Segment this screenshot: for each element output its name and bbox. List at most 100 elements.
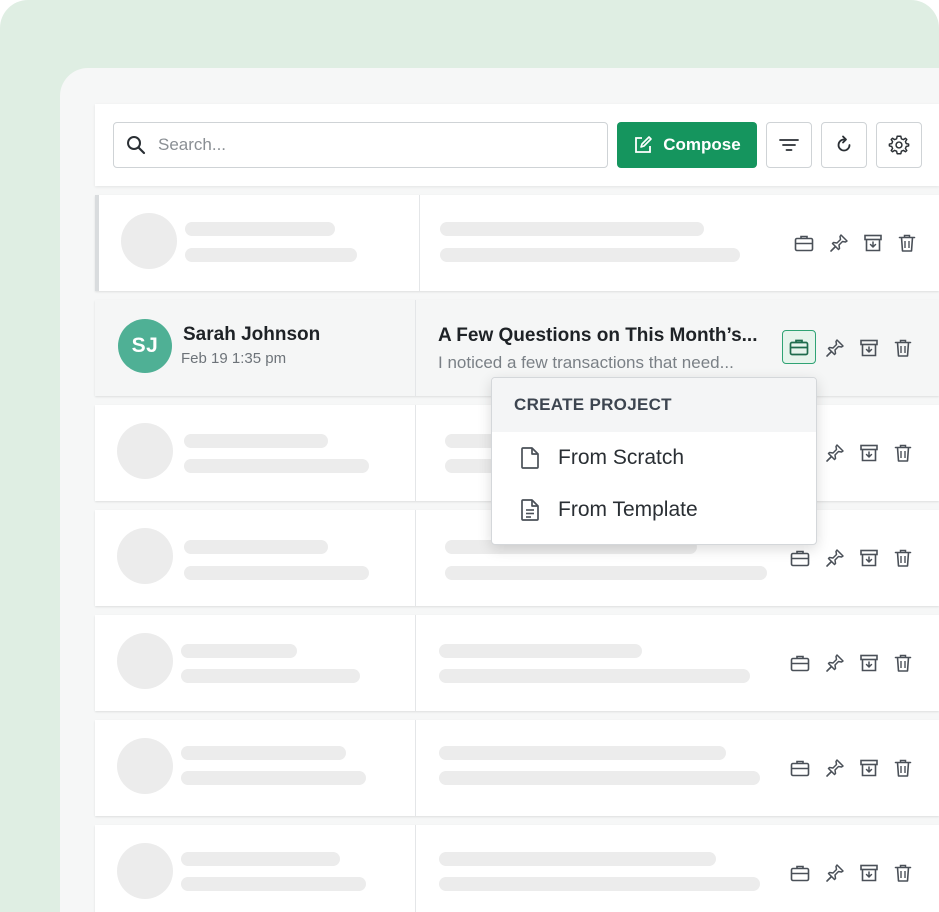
email-row-placeholder[interactable] (95, 195, 939, 291)
menu-item-from-template[interactable]: From Template (492, 484, 816, 536)
menu-header: CREATE PROJECT (492, 378, 816, 432)
briefcase-icon (790, 550, 810, 567)
delete-button[interactable] (895, 231, 919, 255)
skeleton-line (439, 669, 750, 683)
trash-icon (894, 759, 912, 777)
briefcase-icon (789, 339, 809, 356)
toolbar: Compose (95, 104, 939, 186)
skeleton-line (184, 540, 328, 554)
row-divider (415, 825, 416, 912)
row-actions (789, 195, 939, 291)
menu-item-from-scratch[interactable]: From Scratch (492, 432, 816, 484)
pin-icon (826, 654, 844, 672)
trash-icon (898, 234, 916, 252)
delete-button[interactable] (891, 546, 915, 570)
archive-button[interactable] (857, 546, 881, 570)
email-row-placeholder[interactable] (95, 615, 939, 711)
refresh-button[interactable] (821, 122, 867, 168)
email-row-placeholder[interactable] (95, 825, 939, 912)
delete-button[interactable] (891, 441, 915, 465)
skeleton-line (440, 248, 740, 262)
create-project-button[interactable] (788, 756, 812, 780)
skeleton-line (439, 644, 642, 658)
row-actions (785, 720, 935, 816)
skeleton-line (181, 852, 340, 866)
delete-button[interactable] (891, 861, 915, 885)
skeleton-line (439, 746, 726, 760)
archive-button[interactable] (857, 336, 881, 360)
row-actions (785, 615, 935, 711)
pin-button[interactable] (823, 441, 847, 465)
skeleton-line (440, 222, 704, 236)
avatar-placeholder (117, 528, 173, 584)
pin-icon (826, 339, 844, 357)
compose-button[interactable]: Compose (617, 122, 757, 168)
skeleton-line (184, 459, 369, 473)
email-preview: I noticed a few transactions that need..… (438, 353, 734, 372)
email-row-placeholder[interactable] (95, 720, 939, 816)
email-date: Feb 19 1:35 pm (181, 350, 287, 367)
archive-icon (860, 864, 878, 882)
briefcase-icon (790, 865, 810, 882)
settings-icon (888, 135, 910, 155)
row-divider (415, 615, 416, 711)
archive-icon (860, 654, 878, 672)
filter-button[interactable] (766, 122, 812, 168)
create-project-button[interactable] (792, 231, 816, 255)
pin-button[interactable] (823, 861, 847, 885)
menu-item-label: From Scratch (558, 446, 685, 469)
avatar-placeholder (117, 843, 173, 899)
row-divider (415, 405, 416, 501)
skeleton-line (181, 644, 297, 658)
archive-button[interactable] (857, 651, 881, 675)
pin-button[interactable] (823, 336, 847, 360)
delete-button[interactable] (891, 651, 915, 675)
sender-name: Sarah Johnson (183, 324, 321, 345)
skeleton-line (181, 771, 366, 785)
delete-button[interactable] (891, 756, 915, 780)
archive-button[interactable] (857, 756, 881, 780)
create-project-button[interactable] (788, 861, 812, 885)
avatar-placeholder (117, 738, 173, 794)
trash-icon (894, 444, 912, 462)
pin-icon (826, 444, 844, 462)
briefcase-icon (790, 655, 810, 672)
skeleton-line (181, 877, 366, 891)
create-project-button[interactable] (788, 546, 812, 570)
pin-button[interactable] (827, 231, 851, 255)
skeleton-line (439, 771, 760, 785)
pin-icon (826, 759, 844, 777)
create-project-button[interactable] (788, 651, 812, 675)
avatar: SJ (118, 319, 172, 373)
archive-icon (860, 339, 878, 357)
refresh-icon (837, 135, 851, 152)
delete-button[interactable] (891, 336, 915, 360)
search-icon (127, 136, 146, 155)
briefcase-icon (794, 235, 814, 252)
archive-icon (864, 234, 882, 252)
compose-label: Compose (663, 135, 741, 154)
archive-icon (860, 549, 878, 567)
skeleton-line (181, 746, 346, 760)
skeleton-line (185, 222, 335, 236)
create-project-button[interactable] (782, 330, 816, 364)
pin-button[interactable] (823, 546, 847, 570)
search-box[interactable] (113, 122, 608, 168)
archive-button[interactable] (861, 231, 885, 255)
archive-button[interactable] (857, 441, 881, 465)
pin-button[interactable] (823, 651, 847, 675)
skeleton-line (184, 434, 328, 448)
skeleton-line (181, 669, 360, 683)
blank-file-icon (521, 447, 539, 469)
archive-button[interactable] (857, 861, 881, 885)
skeleton-line (445, 566, 767, 580)
settings-button[interactable] (876, 122, 922, 168)
filter-icon (779, 139, 799, 151)
compose-icon (635, 136, 653, 153)
briefcase-icon (790, 760, 810, 777)
pin-button[interactable] (823, 756, 847, 780)
avatar-placeholder (121, 213, 177, 269)
search-input[interactable] (158, 135, 578, 155)
skeleton-line (185, 248, 357, 262)
trash-icon (894, 339, 912, 357)
